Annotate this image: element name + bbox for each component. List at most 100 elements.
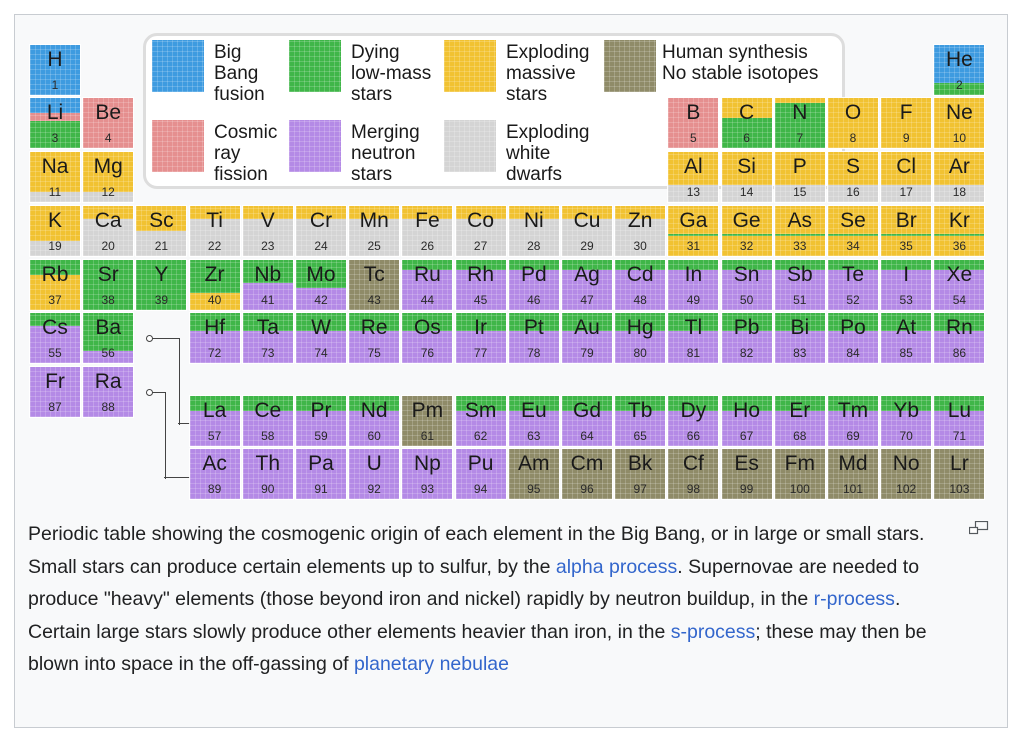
actinide-connector (152, 392, 166, 479)
element-cell-sn: Sn 50 (720, 259, 773, 311)
element-number: 48 (633, 293, 647, 307)
element-symbol: Ag (574, 263, 600, 286)
enlarge-icon[interactable] (969, 521, 989, 535)
element-symbol: Pr (310, 399, 332, 422)
element-number: 20 (101, 239, 115, 253)
element-symbol: Ar (948, 155, 970, 178)
element-number: 19 (48, 239, 62, 253)
element-number: 5 (690, 131, 697, 145)
element-number: 59 (314, 429, 328, 443)
element-symbol: Cf (682, 452, 704, 475)
element-symbol: Se (840, 209, 866, 232)
element-symbol: B (686, 101, 701, 124)
legend-label: Dying low-mass stars (351, 42, 432, 105)
element-symbol: Eu (520, 399, 547, 422)
element-symbol: No (892, 452, 920, 475)
element-symbol: Na (41, 155, 69, 178)
element-number: 92 (367, 482, 381, 496)
element-symbol: Ra (94, 370, 122, 393)
element-number: 102 (896, 482, 917, 496)
element-symbol: W (311, 316, 331, 339)
element-cell-eu: Eu 63 (507, 395, 560, 447)
element-cell-cd: Cd 48 (614, 259, 667, 311)
element-cell-pb: Pb 82 (720, 312, 773, 364)
element-cell-pu: Pu 94 (454, 448, 507, 500)
element-symbol: Be (95, 101, 122, 124)
element-symbol: Pb (733, 316, 760, 339)
element-cell-f: F9 (880, 97, 933, 149)
element-number: 72 (207, 346, 222, 360)
element-cell-ni: Ni 28 (507, 205, 560, 257)
element-symbol: In (684, 263, 703, 286)
element-cell-ce: Ce 58 (241, 395, 294, 447)
element-cell-si: Si 14 (720, 151, 773, 203)
element-cell-rn: Rn 86 (933, 312, 986, 364)
element-cell-zn: Zn 30 (614, 205, 667, 257)
element-symbol: Lu (947, 399, 972, 422)
element-cell-sc: Sc 21 (135, 205, 188, 257)
element-number: 80 (633, 346, 647, 360)
element-cell-al: Al 13 (667, 151, 720, 203)
element-symbol: Br (895, 209, 917, 232)
element-symbol: Yb (893, 399, 920, 422)
element-symbol: Pt (523, 316, 544, 339)
element-cell-ar: Ar 18 (933, 151, 986, 203)
r-process-link[interactable]: r-process (814, 588, 895, 610)
legend-label: Big Bang fusion (214, 42, 265, 105)
element-number: 39 (154, 293, 169, 307)
element-symbol: Rn (945, 316, 973, 339)
legend-swatch (289, 40, 341, 92)
planetary-nebulae-link[interactable]: planetary nebulae (354, 653, 509, 675)
element-number: 7 (796, 131, 804, 145)
s-process-link[interactable]: s-process (671, 621, 756, 643)
element-number: 47 (580, 293, 594, 307)
element-symbol: Ce (254, 399, 282, 422)
alpha-process-link[interactable]: alpha process (556, 556, 677, 578)
element-cell-po: Po 84 (827, 312, 879, 364)
element-symbol: Ir (474, 316, 487, 339)
element-cell-ti: Ti 22 (188, 205, 241, 257)
element-number: 54 (952, 293, 967, 307)
element-cell-am: Am 95 (507, 448, 560, 500)
element-number: 9 (902, 131, 910, 145)
element-number: 71 (952, 429, 967, 443)
element-cell-tb: Tb 65 (614, 395, 667, 447)
element-number: 101 (842, 482, 864, 496)
element-cell-ru: Ru 44 (401, 259, 454, 311)
element-number: 75 (367, 346, 381, 360)
element-number: 42 (314, 293, 328, 307)
element-symbol: Th (255, 452, 281, 475)
element-symbol: He (945, 48, 973, 71)
element-number: 3 (51, 131, 59, 145)
element-symbol: Sc (149, 209, 174, 232)
element-number: 10 (952, 131, 967, 145)
element-number: 45 (473, 293, 488, 307)
element-number: 8 (849, 131, 857, 145)
element-symbol: H (47, 48, 63, 71)
element-number: 87 (48, 400, 62, 414)
element-cell-gd: Gd 64 (561, 395, 613, 447)
element-cell-hg: Hg 80 (614, 312, 667, 364)
element-number: 2 (956, 78, 963, 92)
element-symbol: Xe (946, 263, 973, 286)
element-symbol: At (896, 316, 917, 339)
element-symbol: F (899, 101, 913, 124)
element-cell-y: Y 39 (135, 259, 188, 311)
element-cell-md: Md 101 (827, 448, 879, 500)
element-cell-b: B5 (667, 97, 720, 149)
element-number: 58 (261, 429, 275, 443)
element-cell-as: As 33 (773, 205, 826, 257)
element-number: 78 (527, 346, 541, 360)
element-symbol: Os (413, 316, 441, 339)
element-symbol: Pd (520, 263, 547, 286)
element-cell-cl: Cl 17 (880, 151, 933, 203)
element-symbol: Fm (784, 452, 815, 475)
element-cell-fe: Fe 26 (401, 205, 454, 257)
element-number: 94 (473, 482, 488, 496)
element-cell-sm: Sm 62 (454, 395, 507, 447)
element-symbol: Ni (523, 209, 544, 232)
element-number: 57 (207, 429, 222, 443)
element-cell-cf: Cf 98 (667, 448, 720, 500)
element-symbol: Bk (627, 452, 653, 475)
element-cell-os: Os 76 (401, 312, 454, 364)
